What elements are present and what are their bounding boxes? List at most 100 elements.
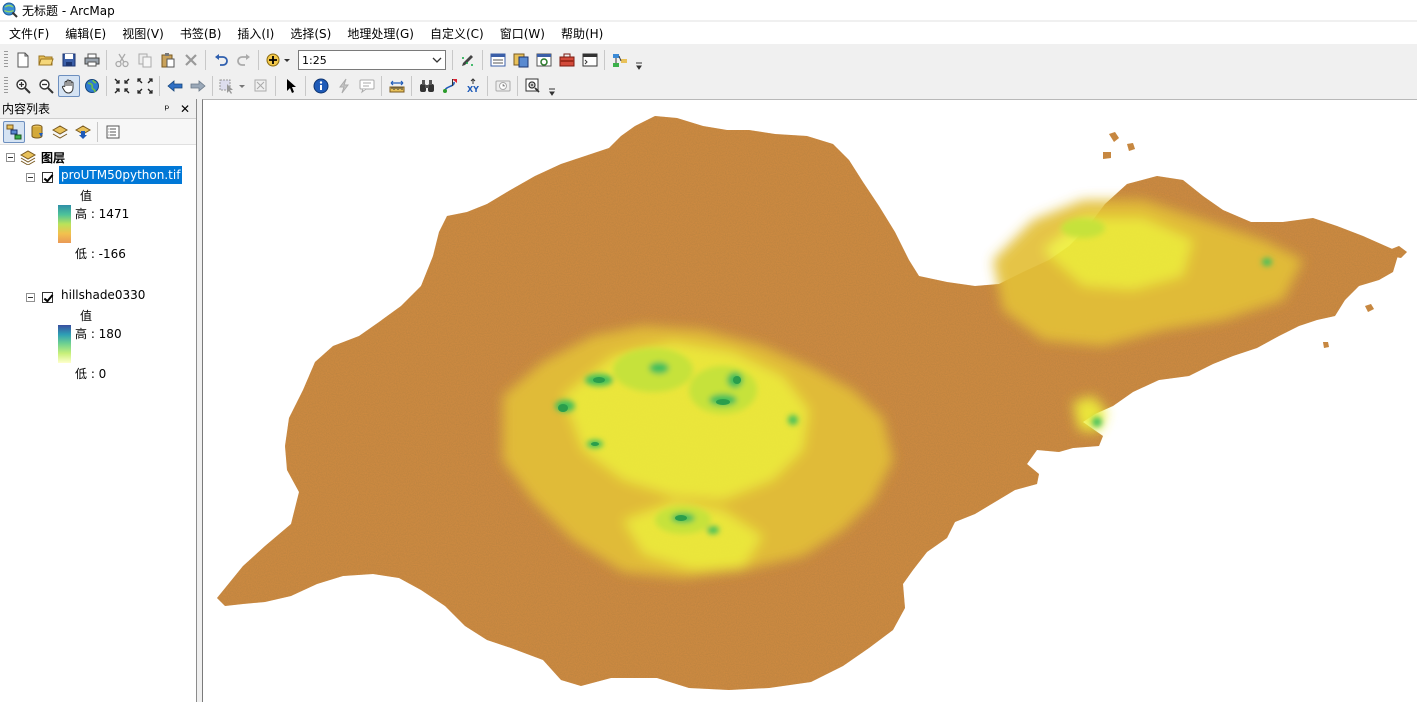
list-by-selection-button[interactable] [72, 121, 94, 143]
map-scale-value: 1:25 [302, 53, 327, 67]
layer-expander[interactable] [26, 173, 35, 182]
new-document-icon [17, 52, 28, 68]
clear-selection-button[interactable] [250, 75, 272, 97]
list-by-visibility-button[interactable] [49, 121, 71, 143]
legend-title: 值 [80, 189, 93, 203]
list-by-visibility-icon [51, 124, 68, 139]
map-scale-combobox[interactable]: 1:25 [298, 50, 446, 70]
open-folder-icon [37, 55, 54, 66]
list-by-drawing-order-button[interactable] [2, 120, 25, 143]
identify-button[interactable] [310, 75, 332, 97]
layer-visibility-checkbox[interactable] [42, 172, 53, 183]
peak-core [733, 376, 741, 384]
menu-edit[interactable]: 编辑(E) [56, 25, 113, 42]
layer-name-prompt[interactable]: proUTM50python.tif [59, 166, 183, 184]
measure-button[interactable] [386, 75, 408, 97]
toolbar-separator [97, 121, 98, 142]
copy-button[interactable] [134, 49, 156, 71]
open-button[interactable] [35, 49, 57, 71]
html-popup-button[interactable] [356, 75, 378, 97]
toc-window-icon [490, 53, 505, 67]
paste-button[interactable] [157, 49, 179, 71]
legend-high-label: 高 : 180 [75, 327, 122, 341]
layer-expander[interactable] [26, 293, 35, 302]
menu-selection[interactable]: 选择(S) [281, 25, 338, 42]
island [1323, 342, 1329, 348]
arctoolbox-window-button[interactable] [556, 49, 578, 71]
undo-button[interactable] [210, 49, 232, 71]
redo-button[interactable] [233, 49, 255, 71]
toolbox-icon [559, 53, 574, 67]
map-display[interactable] [202, 99, 1417, 702]
layer-name-hillshade[interactable]: hillshade0330 [61, 288, 145, 302]
cut-button[interactable] [111, 49, 133, 71]
go-forward-extent-button[interactable] [187, 75, 209, 97]
save-button[interactable] [58, 49, 80, 71]
zoom-out-button[interactable] [35, 75, 57, 97]
find-button[interactable] [416, 75, 438, 97]
menu-geoprocessing[interactable]: 地理处理(G) [338, 25, 421, 42]
peak-core [675, 515, 687, 521]
hyperlink-button[interactable] [333, 75, 355, 97]
delete-button[interactable] [180, 49, 202, 71]
zoom-in-button[interactable] [12, 75, 34, 97]
layers-root-label[interactable]: 图层 [41, 149, 65, 166]
table-of-contents-window-button[interactable] [487, 49, 509, 71]
editor-toolbar-button[interactable] [457, 49, 479, 71]
menu-customize[interactable]: 自定义(C) [421, 25, 491, 42]
magnifier-window-button[interactable] [522, 75, 544, 97]
menu-help[interactable]: 帮助(H) [552, 25, 610, 42]
select-elements-button[interactable] [280, 75, 302, 97]
python-window-button[interactable] [579, 49, 601, 71]
layers-stack-icon [20, 150, 36, 165]
toolbar-separator [275, 76, 276, 96]
pin-icon[interactable]: ᵖ [160, 102, 174, 116]
model-builder-button[interactable] [609, 49, 631, 71]
collapse-layers-expander[interactable] [6, 153, 15, 162]
toolbar-overflow-chevron-icon[interactable] [633, 49, 644, 71]
toolbar-separator [205, 50, 206, 70]
search-window-button[interactable] [533, 49, 555, 71]
fixed-zoom-out-button[interactable] [134, 75, 156, 97]
chevron-down-icon[interactable] [429, 51, 445, 69]
toc-options-button[interactable] [102, 121, 124, 143]
time-slider-button[interactable] [492, 75, 514, 97]
svg-text:XY: XY [467, 85, 479, 94]
toolbar-separator [106, 50, 107, 70]
menu-bookmarks[interactable]: 书签(B) [171, 25, 229, 42]
close-icon[interactable]: ✕ [178, 102, 192, 116]
add-data-plus-icon [266, 53, 290, 67]
print-button[interactable] [81, 49, 103, 71]
binoculars-icon [419, 80, 434, 92]
list-by-source-button[interactable] [26, 121, 48, 143]
go-back-extent-button[interactable] [164, 75, 186, 97]
legend-low-label: 低 : 0 [75, 367, 107, 381]
hyperlink-lightning-icon [338, 78, 349, 94]
select-features-button[interactable] [217, 75, 249, 97]
list-by-source-icon [31, 124, 43, 139]
search-window-icon [536, 53, 551, 67]
toolbar-grip[interactable] [4, 51, 8, 69]
menu-windows[interactable]: 窗口(W) [491, 25, 552, 42]
catalog-window-button[interactable] [510, 49, 532, 71]
new-document-button[interactable] [12, 49, 34, 71]
full-extent-button[interactable] [81, 75, 103, 97]
pan-button[interactable] [57, 75, 80, 97]
toolbar-overflow-chevron-icon[interactable] [546, 75, 557, 97]
go-to-xy-button[interactable]: XY [462, 75, 484, 97]
layer-visibility-checkbox[interactable] [42, 292, 53, 303]
add-data-button[interactable] [263, 49, 295, 71]
menu-file[interactable]: 文件(F) [0, 25, 56, 42]
toolbar-grip[interactable] [4, 77, 8, 95]
menu-insert[interactable]: 插入(I) [228, 25, 281, 42]
menu-view[interactable]: 视图(V) [113, 25, 171, 42]
find-route-button[interactable] [439, 75, 461, 97]
dem-raster-map[interactable] [203, 100, 1417, 702]
legend-title: 值 [80, 309, 93, 323]
toc-header: 内容列表 ᵖ ✕ [0, 99, 196, 119]
arcmap-globe-icon [2, 2, 18, 18]
fixed-zoom-in-button[interactable] [111, 75, 133, 97]
window-title: 无标题 - ArcMap [22, 3, 115, 18]
pan-hand-icon [61, 79, 73, 94]
redo-arrow-icon [236, 54, 250, 66]
